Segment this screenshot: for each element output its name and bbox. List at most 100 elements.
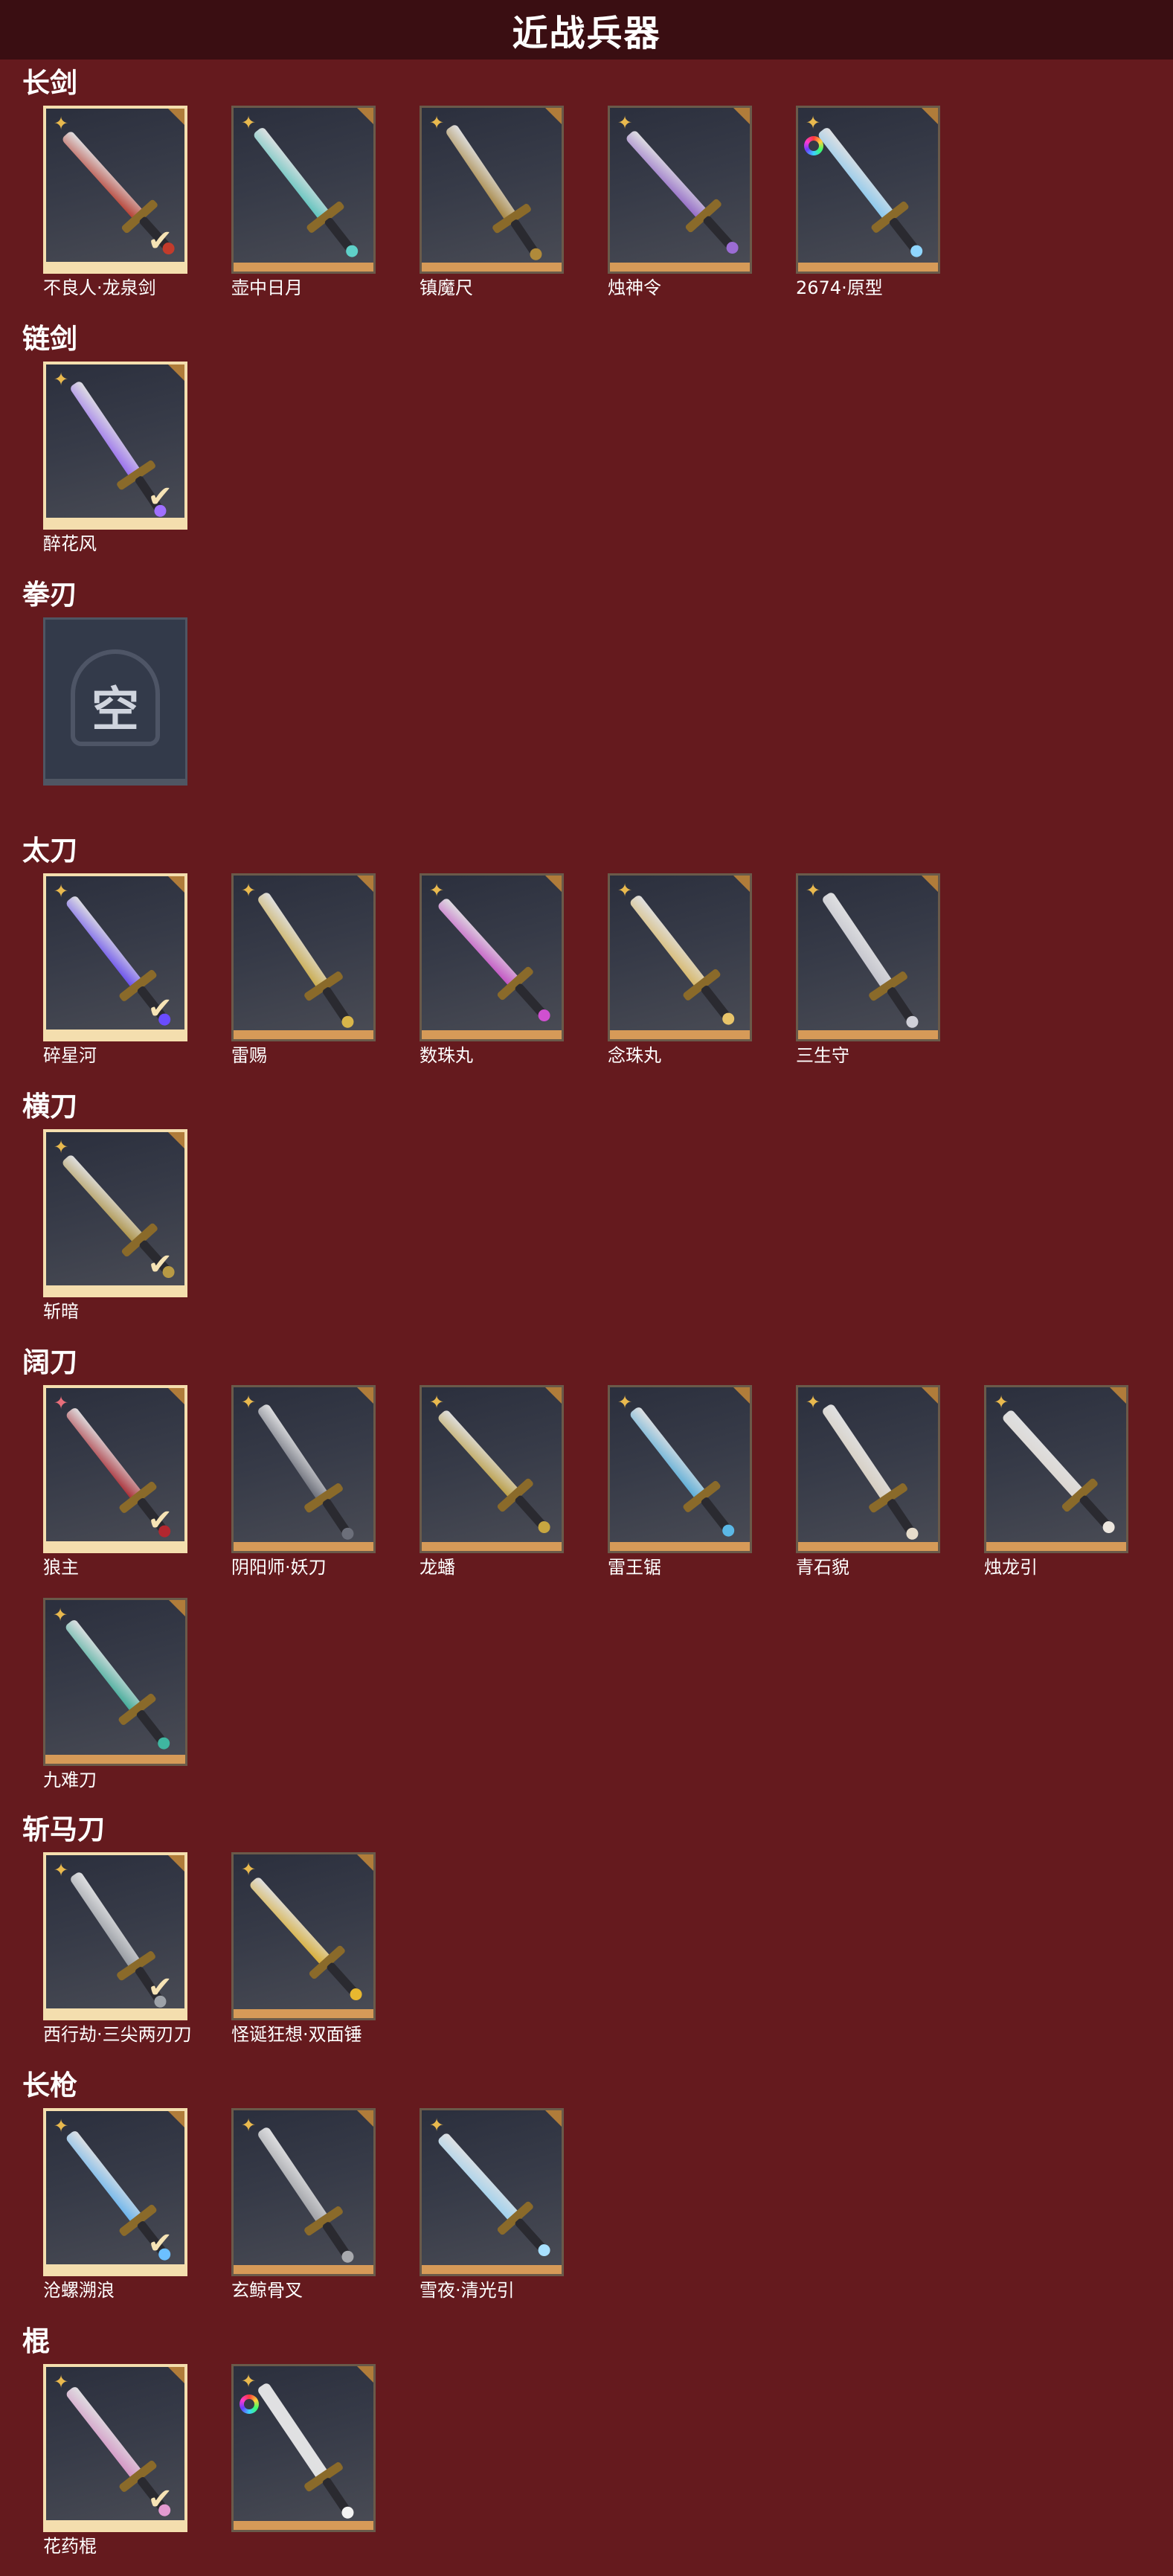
weapon-card[interactable]: ✦ ✔ 沧螺溯浪 — [43, 2108, 187, 2301]
sparkle-star-icon: ✦ — [241, 880, 257, 901]
weapon-category-section: 长剑 ✦ ✔ 不良人·龙泉剑 ✦ 壶中日月 ✦ 镇魔尺 ✦ 烛神令 ✦ 2674·原型 — [0, 62, 1173, 318]
sparkle-star-icon: ✦ — [54, 1137, 69, 1157]
corner-marker-icon — [733, 1387, 750, 1404]
checkmark-icon: ✔ — [147, 1503, 173, 1538]
sparkle-star-icon: ✦ — [806, 112, 821, 133]
checkmark-icon: ✔ — [147, 992, 173, 1026]
category-title: 棍 — [22, 2325, 50, 2357]
sparkle-star-icon: ✦ — [241, 2371, 257, 2392]
weapon-thumbnail: ✦ — [231, 1852, 376, 2020]
weapon-card[interactable]: ✦ 壶中日月 — [231, 106, 376, 298]
sparkle-star-icon: ✦ — [241, 1392, 257, 1413]
corner-marker-icon — [168, 364, 184, 381]
weapon-name: 烛龙引 — [984, 1557, 1038, 1578]
sparkle-star-icon: ✦ — [54, 881, 69, 902]
corner-marker-icon — [1110, 1387, 1126, 1404]
weapon-card[interactable]: ✦ 三生守 — [796, 873, 940, 1066]
weapon-thumbnail: ✦ — [420, 1385, 564, 1553]
page-header: 近战兵器 — [0, 0, 1173, 60]
corner-marker-icon — [168, 1132, 184, 1149]
weapon-card[interactable]: ✦ 怪诞狂想·双面锤 — [231, 1852, 376, 2045]
weapon-card[interactable]: ✦ ✔ 花药棍 — [43, 2364, 187, 2557]
rainbow-ring-icon — [240, 2394, 259, 2414]
weapon-card[interactable]: ✦ 玄鲸骨叉 — [231, 2108, 376, 2301]
sparkle-star-icon: ✦ — [54, 113, 69, 134]
weapon-name: 雪夜·清光引 — [420, 2280, 515, 2301]
sparkle-star-icon: ✦ — [617, 1392, 633, 1413]
weapon-category-section: 横刀 ✦ ✔ 斩暗 — [0, 1086, 1173, 1341]
corner-marker-icon — [357, 1387, 373, 1404]
weapon-card[interactable]: ✦ 龙蟠 — [420, 1385, 564, 1578]
weapon-thumbnail: ✦ — [796, 106, 940, 274]
weapon-name: 斩暗 — [43, 1301, 79, 1322]
weapon-card[interactable]: ✦ 数珠丸 — [420, 873, 564, 1066]
corner-marker-icon — [357, 108, 373, 124]
weapon-name: 玄鲸骨叉 — [231, 2280, 303, 2301]
weapon-card[interactable]: ✦ 九难刀 — [43, 1598, 187, 1790]
weapon-thumbnail: ✦ — [231, 873, 376, 1041]
weapon-thumbnail: ✦ — [231, 2364, 376, 2532]
corner-marker-icon — [168, 876, 184, 893]
weapon-thumbnail: ✦ — [231, 106, 376, 274]
corner-marker-icon — [168, 1388, 184, 1404]
corner-marker-icon — [357, 1854, 373, 1871]
weapon-category-section: 链剑 ✦ ✔ 醉花风 — [0, 318, 1173, 574]
category-title: 横刀 — [22, 1091, 77, 1122]
sparkle-star-icon: ✦ — [54, 2371, 69, 2392]
sparkle-star-icon: ✦ — [241, 112, 257, 133]
weapon-name: 醉花风 — [43, 533, 97, 554]
weapon-card[interactable]: ✦ ✔ 不良人·龙泉剑 — [43, 106, 187, 298]
weapon-card[interactable]: ✦ 青石貌 — [796, 1385, 940, 1578]
weapon-thumbnail: ✦ — [796, 873, 940, 1041]
weapon-category-section: 太刀 ✦ ✔ 碎星河 ✦ 雷赐 ✦ 数珠丸 ✦ 念珠丸 ✦ 三生守 — [0, 830, 1173, 1085]
category-title: 长枪 — [22, 2069, 77, 2101]
rainbow-ring-icon — [804, 136, 823, 155]
corner-marker-icon — [357, 876, 373, 892]
corner-marker-icon — [168, 109, 184, 125]
weapon-card[interactable]: ✦ ✔ 狼主 — [43, 1385, 187, 1578]
weapon-thumbnail: ✦ — [608, 873, 752, 1041]
weapon-thumbnail: ✦ ✔ — [43, 1385, 187, 1553]
sparkle-star-icon: ✦ — [54, 2116, 69, 2136]
weapon-card[interactable]: ✦ 2674·原型 — [796, 106, 940, 298]
weapon-card[interactable]: ✦ 雷王锯 — [608, 1385, 752, 1578]
weapon-thumbnail: ✦ ✔ — [43, 1852, 187, 2020]
weapon-card[interactable]: ✦ — [231, 2364, 376, 2532]
weapon-thumbnail: ✦ — [43, 1598, 187, 1766]
weapon-card[interactable]: ✦ ✔ 西行劫·三尖两刃刀 — [43, 1852, 192, 2045]
corner-marker-icon — [168, 2111, 184, 2127]
weapon-card[interactable]: ✦ ✔ 碎星河 — [43, 873, 187, 1066]
weapon-thumbnail: ✦ ✔ — [43, 2364, 187, 2532]
empty-weapon-slot[interactable]: 空 — [43, 617, 187, 786]
sparkle-star-icon: ✦ — [54, 1393, 69, 1413]
weapon-name: 念珠丸 — [608, 1045, 661, 1066]
category-title: 长剑 — [22, 67, 77, 99]
weapon-card[interactable]: ✦ 阴阳师·妖刀 — [231, 1385, 376, 1578]
weapon-card[interactable]: ✦ ✔ 斩暗 — [43, 1129, 187, 1322]
weapon-card[interactable]: ✦ 雪夜·清光引 — [420, 2108, 564, 2301]
weapon-card[interactable]: ✦ ✔ 醉花风 — [43, 362, 187, 554]
checkmark-icon: ✔ — [147, 480, 173, 514]
sparkle-star-icon: ✦ — [994, 1392, 1009, 1413]
sparkle-star-icon: ✦ — [53, 1605, 68, 1625]
corner-marker-icon — [357, 2110, 373, 2127]
corner-marker-icon — [169, 1600, 185, 1616]
corner-marker-icon — [168, 1855, 184, 1872]
weapon-card[interactable]: ✦ 念珠丸 — [608, 873, 752, 1066]
corner-marker-icon — [733, 876, 750, 892]
checkmark-icon: ✔ — [147, 2226, 173, 2261]
weapon-name: 烛神令 — [608, 277, 661, 298]
weapon-card[interactable]: ✦ 烛神令 — [608, 106, 752, 298]
weapon-card[interactable]: ✦ 烛龙引 — [984, 1385, 1128, 1578]
category-title: 阔刀 — [22, 1346, 77, 1378]
weapon-card[interactable]: ✦ 雷赐 — [231, 873, 376, 1066]
checkmark-icon: ✔ — [147, 224, 173, 258]
sparkle-star-icon: ✦ — [806, 880, 821, 901]
weapon-name: 壶中日月 — [231, 277, 303, 298]
corner-marker-icon — [733, 108, 750, 124]
weapon-name: 三生守 — [796, 1045, 849, 1066]
corner-marker-icon — [545, 108, 562, 124]
weapon-thumbnail: ✦ ✔ — [43, 106, 187, 274]
weapon-card[interactable]: ✦ 镇魔尺 — [420, 106, 564, 298]
weapon-name: 龙蟠 — [420, 1557, 455, 1578]
